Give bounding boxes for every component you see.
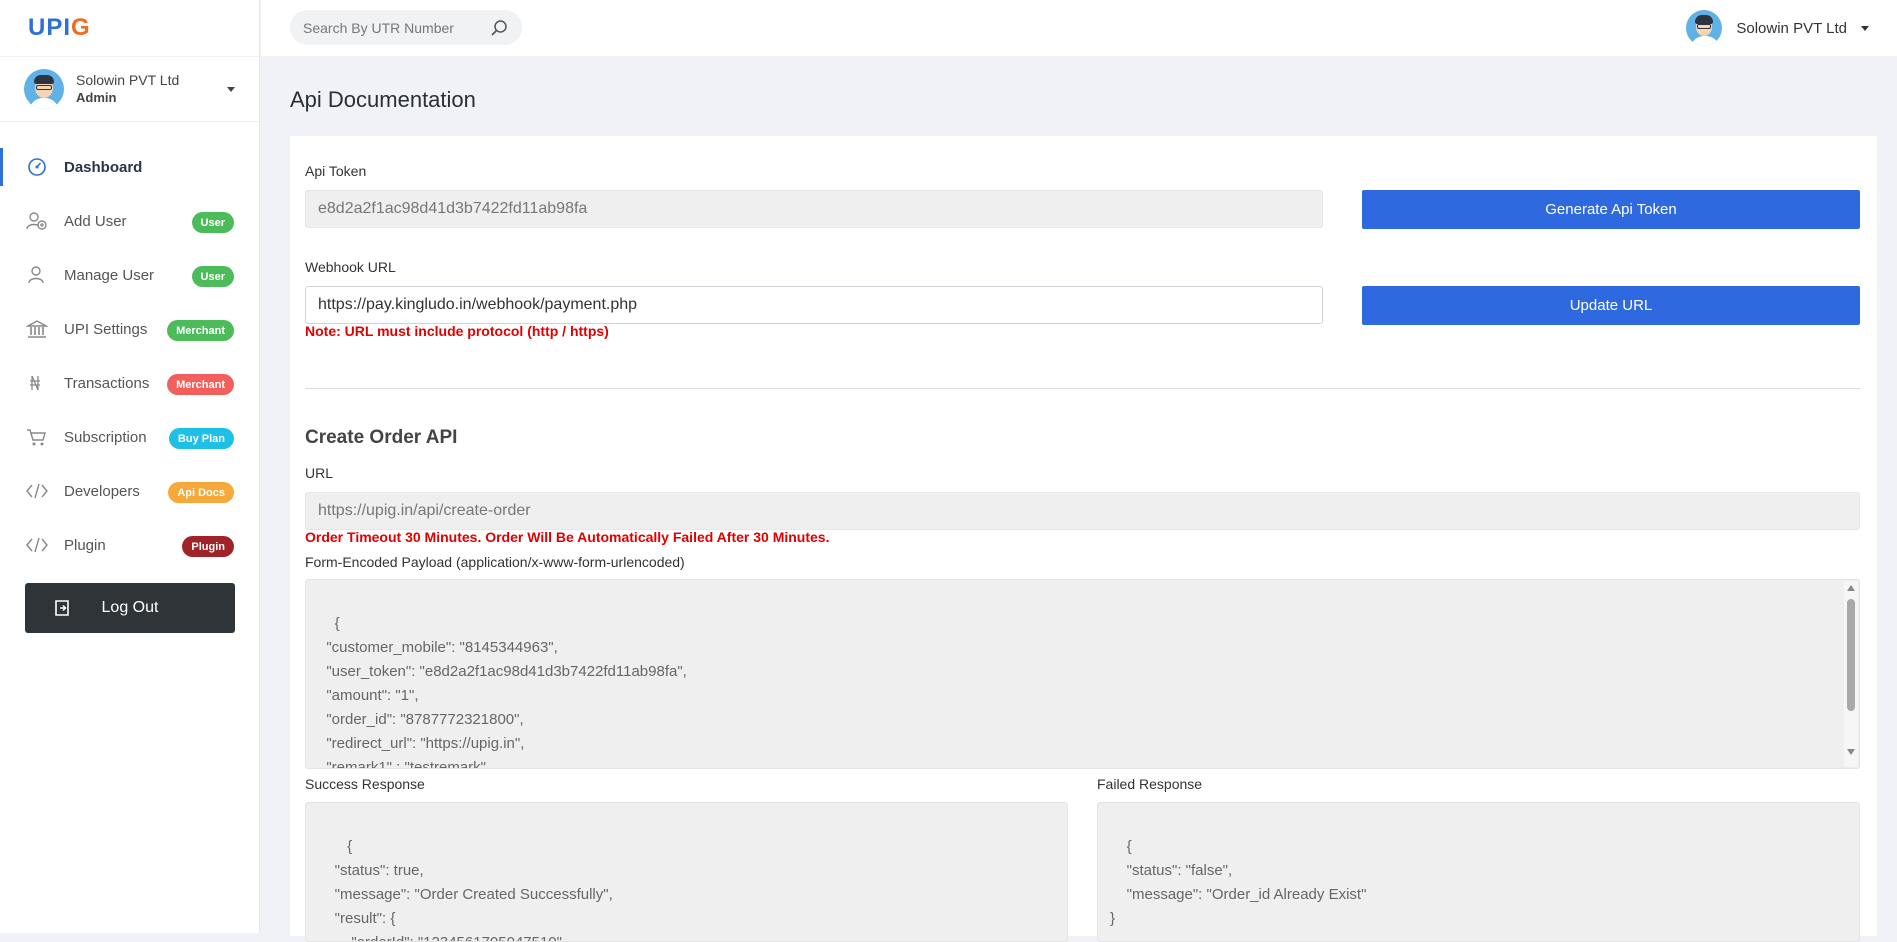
status-badge: Merchant: [167, 320, 234, 341]
sidebar-nav: Dashboard Add User User Manage User User…: [0, 122, 259, 572]
sidebar: UPI G Solowin PVT Ltd Admin Dashboard Add…: [0, 0, 260, 933]
api-doc-card: Api Token e8d2a2f1ac98d41d3b7422fd11ab98…: [290, 136, 1877, 942]
failed-response-block: { "status": "false", "message": "Order_i…: [1097, 802, 1860, 942]
create-order-url-field[interactable]: https://upig.in/api/create-order: [305, 492, 1860, 530]
brand-logo[interactable]: UPI G: [0, 0, 259, 56]
sidebar-item-label: Dashboard: [64, 158, 143, 176]
status-badge: Merchant: [167, 374, 234, 395]
sidebar-item-dashboard[interactable]: Dashboard: [0, 140, 259, 194]
webhook-note: Note: URL must include protocol (http / …: [305, 323, 609, 339]
sidebar-item-label: Transactions: [64, 374, 150, 392]
chevron-down-icon: [1861, 25, 1869, 31]
topbar-user-menu[interactable]: Solowin PVT Ltd: [1686, 10, 1869, 46]
page-title: Api Documentation: [290, 87, 476, 112]
add-user-icon: [26, 212, 47, 230]
topbar: Solowin PVT Ltd: [261, 0, 1897, 56]
code-icon: [26, 537, 48, 553]
sidebar-item-label: Plugin: [64, 536, 106, 554]
avatar: [24, 69, 64, 109]
api-token-field[interactable]: e8d2a2f1ac98d41d3b7422fd11ab98fa: [305, 190, 1323, 228]
sidebar-item-upi-settings[interactable]: UPI Settings Merchant: [0, 302, 259, 356]
sidebar-item-add-user[interactable]: Add User User: [0, 194, 259, 248]
sidebar-item-label: Subscription: [64, 428, 147, 446]
dashboard-gauge-icon: [28, 158, 46, 176]
status-badge: Buy Plan: [168, 428, 234, 449]
sidebar-item-transactions[interactable]: Transactions Merchant: [0, 356, 259, 410]
logout-button[interactable]: Log Out: [25, 583, 235, 633]
sidebar-item-label: Add User: [64, 212, 127, 230]
webhook-url-input[interactable]: https://pay.kingludo.in/webhook/payment.…: [305, 286, 1323, 324]
profile-name: Solowin PVT Ltd: [76, 72, 180, 88]
update-url-button[interactable]: Update URL: [1362, 286, 1860, 325]
brand-logo-part2: G: [71, 14, 91, 41]
logout-label: Log Out: [101, 599, 159, 616]
status-badge: User: [191, 212, 234, 233]
status-badge: Plugin: [182, 536, 234, 557]
logout-icon: [55, 600, 69, 616]
timeout-note: Order Timeout 30 Minutes. Order Will Be …: [305, 529, 830, 545]
search-box: [290, 10, 522, 45]
sidebar-item-manage-user[interactable]: Manage User User: [0, 248, 259, 302]
status-badge: Api Docs: [168, 482, 234, 503]
url-label: URL: [305, 465, 334, 481]
rupee-icon: [30, 375, 40, 391]
bank-icon: [26, 320, 48, 338]
sidebar-item-developers[interactable]: Developers Api Docs: [0, 464, 259, 518]
search-icon[interactable]: [490, 19, 508, 37]
generate-api-token-button[interactable]: Generate Api Token: [1362, 190, 1860, 229]
failed-response-label: Failed Response: [1097, 776, 1203, 792]
payload-label: Form-Encoded Payload (application/x-www-…: [305, 554, 685, 570]
scroll-down-icon[interactable]: [1847, 749, 1855, 755]
scrollbar[interactable]: [1844, 581, 1858, 767]
payload-text: { "customer_mobile": "8145344963", "user…: [326, 615, 687, 769]
avatar: [1686, 10, 1723, 46]
failed-response-text: { "status": "false", "message": "Order_i…: [1110, 838, 1367, 927]
user-icon: [28, 266, 44, 284]
topbar-user-name: Solowin PVT Ltd: [1736, 19, 1847, 37]
create-order-title: Create Order API: [305, 427, 458, 448]
divider: [305, 388, 1860, 389]
api-token-label: Api Token: [305, 163, 367, 179]
sidebar-item-label: Manage User: [64, 266, 155, 284]
brand-logo-part1: UPI: [28, 14, 72, 41]
status-badge: User: [191, 266, 234, 287]
sidebar-item-label: UPI Settings: [64, 320, 148, 338]
search-input[interactable]: [290, 19, 480, 36]
code-icon: [26, 483, 48, 499]
success-response-block: { "status": true, "message": "Order Crea…: [305, 802, 1068, 942]
webhook-url-label: Webhook URL: [305, 259, 396, 275]
cart-icon: [27, 429, 46, 446]
success-response-text: { "status": true, "message": "Order Crea…: [334, 838, 613, 941]
chevron-down-icon[interactable]: [227, 87, 235, 92]
success-response-label: Success Response: [305, 776, 425, 792]
sidebar-item-plugin[interactable]: Plugin Plugin: [0, 518, 259, 572]
payload-textarea[interactable]: { "customer_mobile": "8145344963", "user…: [305, 579, 1860, 769]
profile-role: Admin: [76, 90, 117, 105]
scrollbar-thumb[interactable]: [1847, 599, 1855, 711]
sidebar-profile[interactable]: Solowin PVT Ltd Admin: [0, 56, 259, 122]
scroll-up-icon[interactable]: [1847, 585, 1855, 591]
sidebar-item-subscription[interactable]: Subscription Buy Plan: [0, 410, 259, 464]
sidebar-item-label: Developers: [64, 482, 140, 500]
